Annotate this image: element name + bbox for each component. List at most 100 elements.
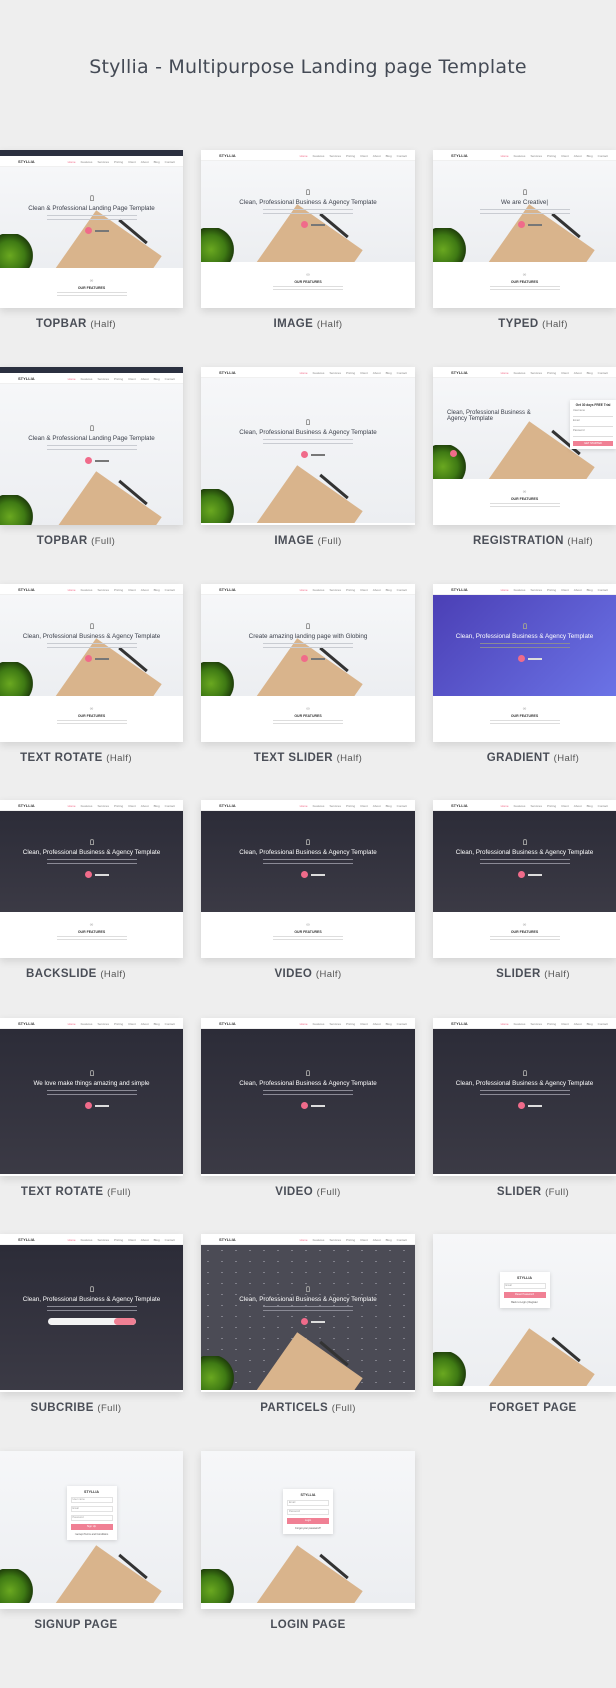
- template-thumbnail[interactable]: STYLLIA Home Features Services Pricing Client…: [433, 150, 616, 308]
- hero-heading: Clean, Professional Business & Agency Te…: [239, 1080, 377, 1087]
- features-title: OUR FEATURES: [77, 714, 106, 718]
- template-thumbnail[interactable]: STYLLIA Home Features Services Pricing Client…: [433, 584, 616, 742]
- template-variant: (Half): [544, 969, 570, 980]
- template-variant: (Half): [90, 319, 116, 330]
- auth-link[interactable]: I accept Terms and Conditions: [71, 1533, 113, 1536]
- template-thumbnail[interactable]: STYLLIA Home Features Services Pricing Client…: [0, 1018, 183, 1176]
- template-label: BACKSLIDE (Half): [0, 968, 152, 980]
- hero-heading: Clean, Professional Business & Agency Te…: [455, 1080, 594, 1087]
- thumb-nav-link: Home: [299, 153, 308, 158]
- thumb-nav-link: Services: [97, 803, 109, 808]
- template-name: TYPED: [498, 318, 539, 330]
- features-text: [273, 286, 343, 290]
- thumb-nav-link: Blog: [586, 803, 593, 808]
- thumb-nav-link: About: [573, 1021, 582, 1026]
- form-title: Get 30 days FREE Trial: [575, 403, 611, 407]
- template-label: VIDEO (Full): [201, 1186, 415, 1198]
- hero-heading: We love make things amazing and simple: [33, 1080, 150, 1087]
- thumb-nav-link: Services: [530, 587, 542, 592]
- template-label: TEXT ROTATE (Full): [0, 1186, 152, 1198]
- hero-subtext: [46, 643, 137, 648]
- thumb-nav-link: Contact: [597, 587, 608, 592]
- template-variant: (Full): [317, 536, 342, 547]
- features-section: ∞ OUR FEATURES: [201, 922, 415, 940]
- thumb-nav-link: Features: [312, 370, 325, 375]
- template-label: SLIDER (Full): [450, 1186, 616, 1198]
- template-variant: (Full): [91, 536, 116, 547]
- thumb-logo: STYLLIA: [219, 1021, 236, 1026]
- template-thumbnail[interactable]: STYLLIA Email Password Login Forgot your …: [201, 1451, 415, 1609]
- thumb-nav-link: About: [573, 803, 582, 808]
- template-thumbnail[interactable]: STYLLIA Home Features Services Pricing Client…: [201, 800, 415, 958]
- template-thumbnail[interactable]: STYLLIA User name Email Password Sign Up I…: [0, 1451, 183, 1609]
- template-thumbnail[interactable]: STYLLIA Home Features Services Pricing Client…: [433, 800, 616, 958]
- features-title: OUR FEATURES: [510, 930, 539, 934]
- template-thumbnail[interactable]: STYLLIA Home Features Services Pricing Client…: [0, 150, 183, 308]
- features-title: OUR FEATURES: [294, 714, 322, 718]
- thumb-nav-link: Home: [67, 587, 76, 592]
- template-thumbnail[interactable]: STYLLIA Home Features Services Pricing Client…: [201, 584, 415, 742]
- thumb-logo: STYLLIA: [219, 153, 236, 158]
- hero-subtext: [263, 439, 353, 444]
- template-thumbnail[interactable]: STYLLIA Home Features Services Pricing Client…: [201, 1018, 415, 1176]
- play-button: [301, 1318, 308, 1325]
- button-label: [311, 224, 325, 226]
- hero-subtext: [479, 209, 570, 214]
- template-thumbnail[interactable]: STYLLIA Home Features Services Pricing Client…: [0, 367, 183, 525]
- auth-link[interactable]: Back to Login | Register: [504, 1301, 546, 1304]
- thumb-nav-link: Features: [312, 153, 325, 158]
- thumb-nav-link: Home: [299, 370, 308, 375]
- thumb-nav-link: About: [372, 370, 381, 375]
- template-variant: (Full): [331, 1403, 356, 1414]
- auth-link[interactable]: Forgot your password?: [287, 1527, 329, 1530]
- template-thumbnail[interactable]: STYLLIA Home Features Services Pricing Client…: [0, 584, 183, 742]
- play-button: [84, 457, 92, 464]
- thumb-nav-link: Contact: [396, 1021, 407, 1026]
- thumb-nav-link: About: [140, 159, 149, 164]
- thumb-navbar: STYLLIA Home Features Services Pricing Client…: [433, 367, 616, 378]
- thumb-nav-link: Contact: [164, 376, 175, 381]
- auth-field: Email: [503, 1283, 546, 1289]
- template-thumbnail[interactable]: STYLLIA Home Features Services Pricing Client…: [433, 1018, 616, 1176]
- template-thumbnail[interactable]: STYLLIA Email Reset Password Back to Log…: [433, 1234, 616, 1392]
- thumb-nav-link: Blog: [153, 159, 160, 164]
- template-thumbnail[interactable]: STYLLIA Home Features Services Pricing Client…: [433, 367, 616, 525]
- logo-icon: [89, 1286, 94, 1292]
- thumb-nav-link: Home: [67, 159, 76, 164]
- template-variant: (Half): [316, 319, 343, 330]
- features-title: OUR FEATURES: [294, 930, 322, 934]
- button-label: [95, 874, 109, 876]
- template-variant: (Full): [107, 1187, 132, 1198]
- auth-button[interactable]: Login: [287, 1518, 329, 1524]
- thumb-logo: STYLLIA: [451, 370, 468, 375]
- features-text: [489, 286, 560, 290]
- thumb-nav-link: Pricing: [345, 1237, 356, 1242]
- notebook-image: [50, 471, 162, 525]
- thumb-nav-link: Blog: [586, 370, 593, 375]
- thumb-hero: Clean, Professional Business & Agency Te…: [201, 1029, 415, 1174]
- thumb-nav-link: Blog: [153, 587, 160, 592]
- auth-button[interactable]: Sign Up: [70, 1524, 113, 1530]
- auth-card: STYLLIA Email Password Login Forgot your …: [283, 1489, 333, 1534]
- thumb-nav-link: Contact: [396, 1237, 407, 1242]
- thumb-nav-link: Services: [329, 370, 341, 375]
- features-text: [489, 503, 560, 507]
- thumb-nav-link: Pricing: [546, 587, 557, 592]
- thumb-hero: Clean, Professional Business & Agency Te…: [433, 811, 616, 912]
- thumb-nav-link: Services: [530, 153, 542, 158]
- template-thumbnail[interactable]: STYLLIA Home Features Services Pricing Client…: [201, 367, 415, 525]
- template-thumbnail[interactable]: STYLLIA Home Features Services Pricing Client…: [0, 800, 183, 958]
- template-label: IMAGE (Full): [201, 535, 415, 547]
- hero-subtext: [479, 1090, 570, 1095]
- hero-subtext: [46, 859, 137, 864]
- features-title: OUR FEATURES: [510, 714, 539, 718]
- form-submit-button[interactable]: GET STARTED: [573, 441, 613, 446]
- thumb-nav-link: Blog: [153, 1237, 160, 1242]
- auth-button[interactable]: Reset Password: [503, 1292, 546, 1298]
- template-thumbnail[interactable]: STYLLIA Home Features Services Pricing Client…: [0, 1234, 183, 1392]
- play-button: [301, 1102, 308, 1109]
- template-thumbnail[interactable]: STYLLIA Home Features Services Pricing Client…: [201, 1234, 415, 1392]
- template-thumbnail[interactable]: STYLLIA Home Features Services Pricing Client…: [201, 150, 415, 308]
- thumb-navbar: STYLLIA Home Features Services Pricing Client…: [433, 800, 616, 811]
- play-button: [517, 1102, 525, 1109]
